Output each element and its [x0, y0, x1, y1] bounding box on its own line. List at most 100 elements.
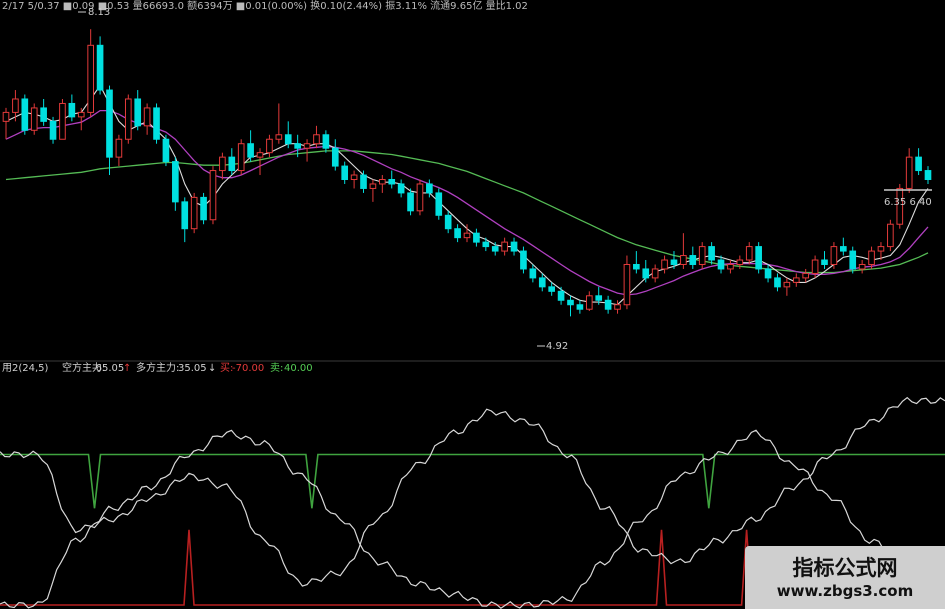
candle-body	[181, 201, 189, 230]
candle-body	[172, 161, 179, 203]
candle-body	[134, 98, 142, 127]
candle-body	[614, 304, 621, 310]
long-force-arrow: ↓	[208, 363, 216, 374]
candle-body	[792, 277, 800, 283]
indicator-name: 用2(24,5)	[2, 363, 49, 374]
price-right-label: 6.35 6.40	[884, 197, 932, 208]
chart-screen: 2/17 5/0.37 ■0.09 ■0.53 量66693.0 额6394万 …	[0, 0, 945, 609]
stock-chart: 2/17 5/0.37 ■0.09 ■0.53 量66693.0 额6394万 …	[0, 0, 945, 609]
candle-body	[858, 263, 866, 270]
candle-body	[463, 232, 471, 239]
candle-body	[124, 98, 132, 140]
candle-body	[905, 156, 913, 189]
ma-mid-line	[5, 109, 929, 296]
candle-body	[219, 156, 226, 172]
candle-body	[548, 286, 555, 292]
candle-body	[350, 174, 358, 180]
candle-body	[567, 299, 574, 306]
candle-body	[435, 192, 443, 216]
candle-body	[529, 268, 537, 279]
candle-body	[369, 183, 377, 189]
candle-body	[379, 179, 386, 185]
price-panel: 2/17 5/0.37 ■0.09 ■0.53 量66693.0 额6394万 …	[2, 0, 932, 352]
candle-body	[96, 44, 104, 91]
candle-body	[143, 107, 151, 127]
price-low-label: 4.92	[546, 341, 568, 352]
candle-body	[868, 250, 875, 265]
candle-body	[680, 255, 687, 265]
candle-body	[284, 134, 292, 145]
candle-body	[887, 223, 894, 248]
candle-body	[209, 170, 217, 221]
candle-body	[77, 111, 85, 118]
watermark-url: www.zbgs3.com	[776, 582, 914, 600]
candle-body	[407, 192, 414, 212]
candle-body	[397, 183, 405, 194]
candle-body	[473, 232, 480, 243]
candle-body	[755, 246, 762, 270]
candle-body	[482, 241, 490, 248]
candle-body	[698, 246, 706, 265]
candle-body	[247, 143, 254, 158]
candle-body	[106, 89, 113, 158]
long-force-label: 多方主力:	[136, 361, 179, 374]
candle-body	[153, 107, 160, 140]
candle-body	[670, 259, 678, 265]
candle-body	[689, 255, 697, 265]
candle-body	[2, 111, 10, 122]
candle-body	[604, 299, 612, 310]
candle-body	[821, 259, 828, 265]
price-header: 2/17 5/0.37 ■0.09 ■0.53 量66693.0 额6394万 …	[2, 0, 528, 12]
buy-label: 卖:	[270, 362, 283, 374]
candle-body	[585, 295, 593, 310]
candle-body	[162, 138, 170, 163]
candle-body	[830, 246, 838, 265]
candle-body	[520, 250, 527, 270]
candle-body	[416, 183, 424, 212]
candle-body	[87, 44, 94, 113]
candle-body	[538, 277, 546, 288]
candle-body	[228, 156, 236, 172]
candle-body	[717, 259, 725, 270]
candle-body	[764, 268, 772, 279]
indicator-header: 用2(24,5) 空方主力: -65.05 ↑ 多方主力: 35.05 ↓ 买:…	[2, 361, 313, 374]
candle-body	[651, 268, 659, 279]
candle-body	[237, 143, 245, 172]
candle-body	[190, 196, 198, 230]
candle-body	[595, 295, 603, 301]
candle-body	[49, 120, 57, 140]
candle-body	[849, 250, 857, 270]
candle-body	[341, 165, 349, 181]
candle-body	[12, 98, 19, 113]
candle-body	[303, 143, 311, 149]
candle-body	[745, 246, 753, 261]
candle-body	[59, 102, 66, 140]
buy-value: 40.00	[284, 363, 313, 374]
candle-body	[623, 263, 631, 306]
candle-body	[115, 138, 123, 158]
candle-body	[266, 138, 273, 154]
site-watermark: 指标公式网 www.zbgs3.com	[745, 546, 945, 609]
short-force-arrow: ↑	[123, 363, 131, 374]
candlesticks	[2, 29, 932, 317]
candle-body	[40, 107, 47, 122]
candle-body	[840, 246, 847, 252]
candle-body	[811, 259, 819, 274]
candle-body	[633, 263, 640, 270]
price-high-label: 8.13	[88, 7, 110, 18]
candle-body	[30, 107, 38, 131]
candle-body	[727, 263, 734, 270]
candle-body	[924, 170, 932, 180]
sell-value: -70.00	[232, 363, 264, 374]
candle-body	[313, 134, 320, 145]
candle-body	[426, 183, 433, 194]
watermark-title: 指标公式网	[792, 556, 898, 580]
candle-body	[802, 272, 810, 279]
candle-body	[331, 147, 339, 167]
candle-body	[510, 241, 518, 252]
candle-body	[661, 259, 668, 270]
candle-body	[275, 134, 283, 140]
candle-body	[774, 277, 781, 288]
ma-long-path	[5, 150, 929, 274]
candle-body	[21, 98, 29, 131]
